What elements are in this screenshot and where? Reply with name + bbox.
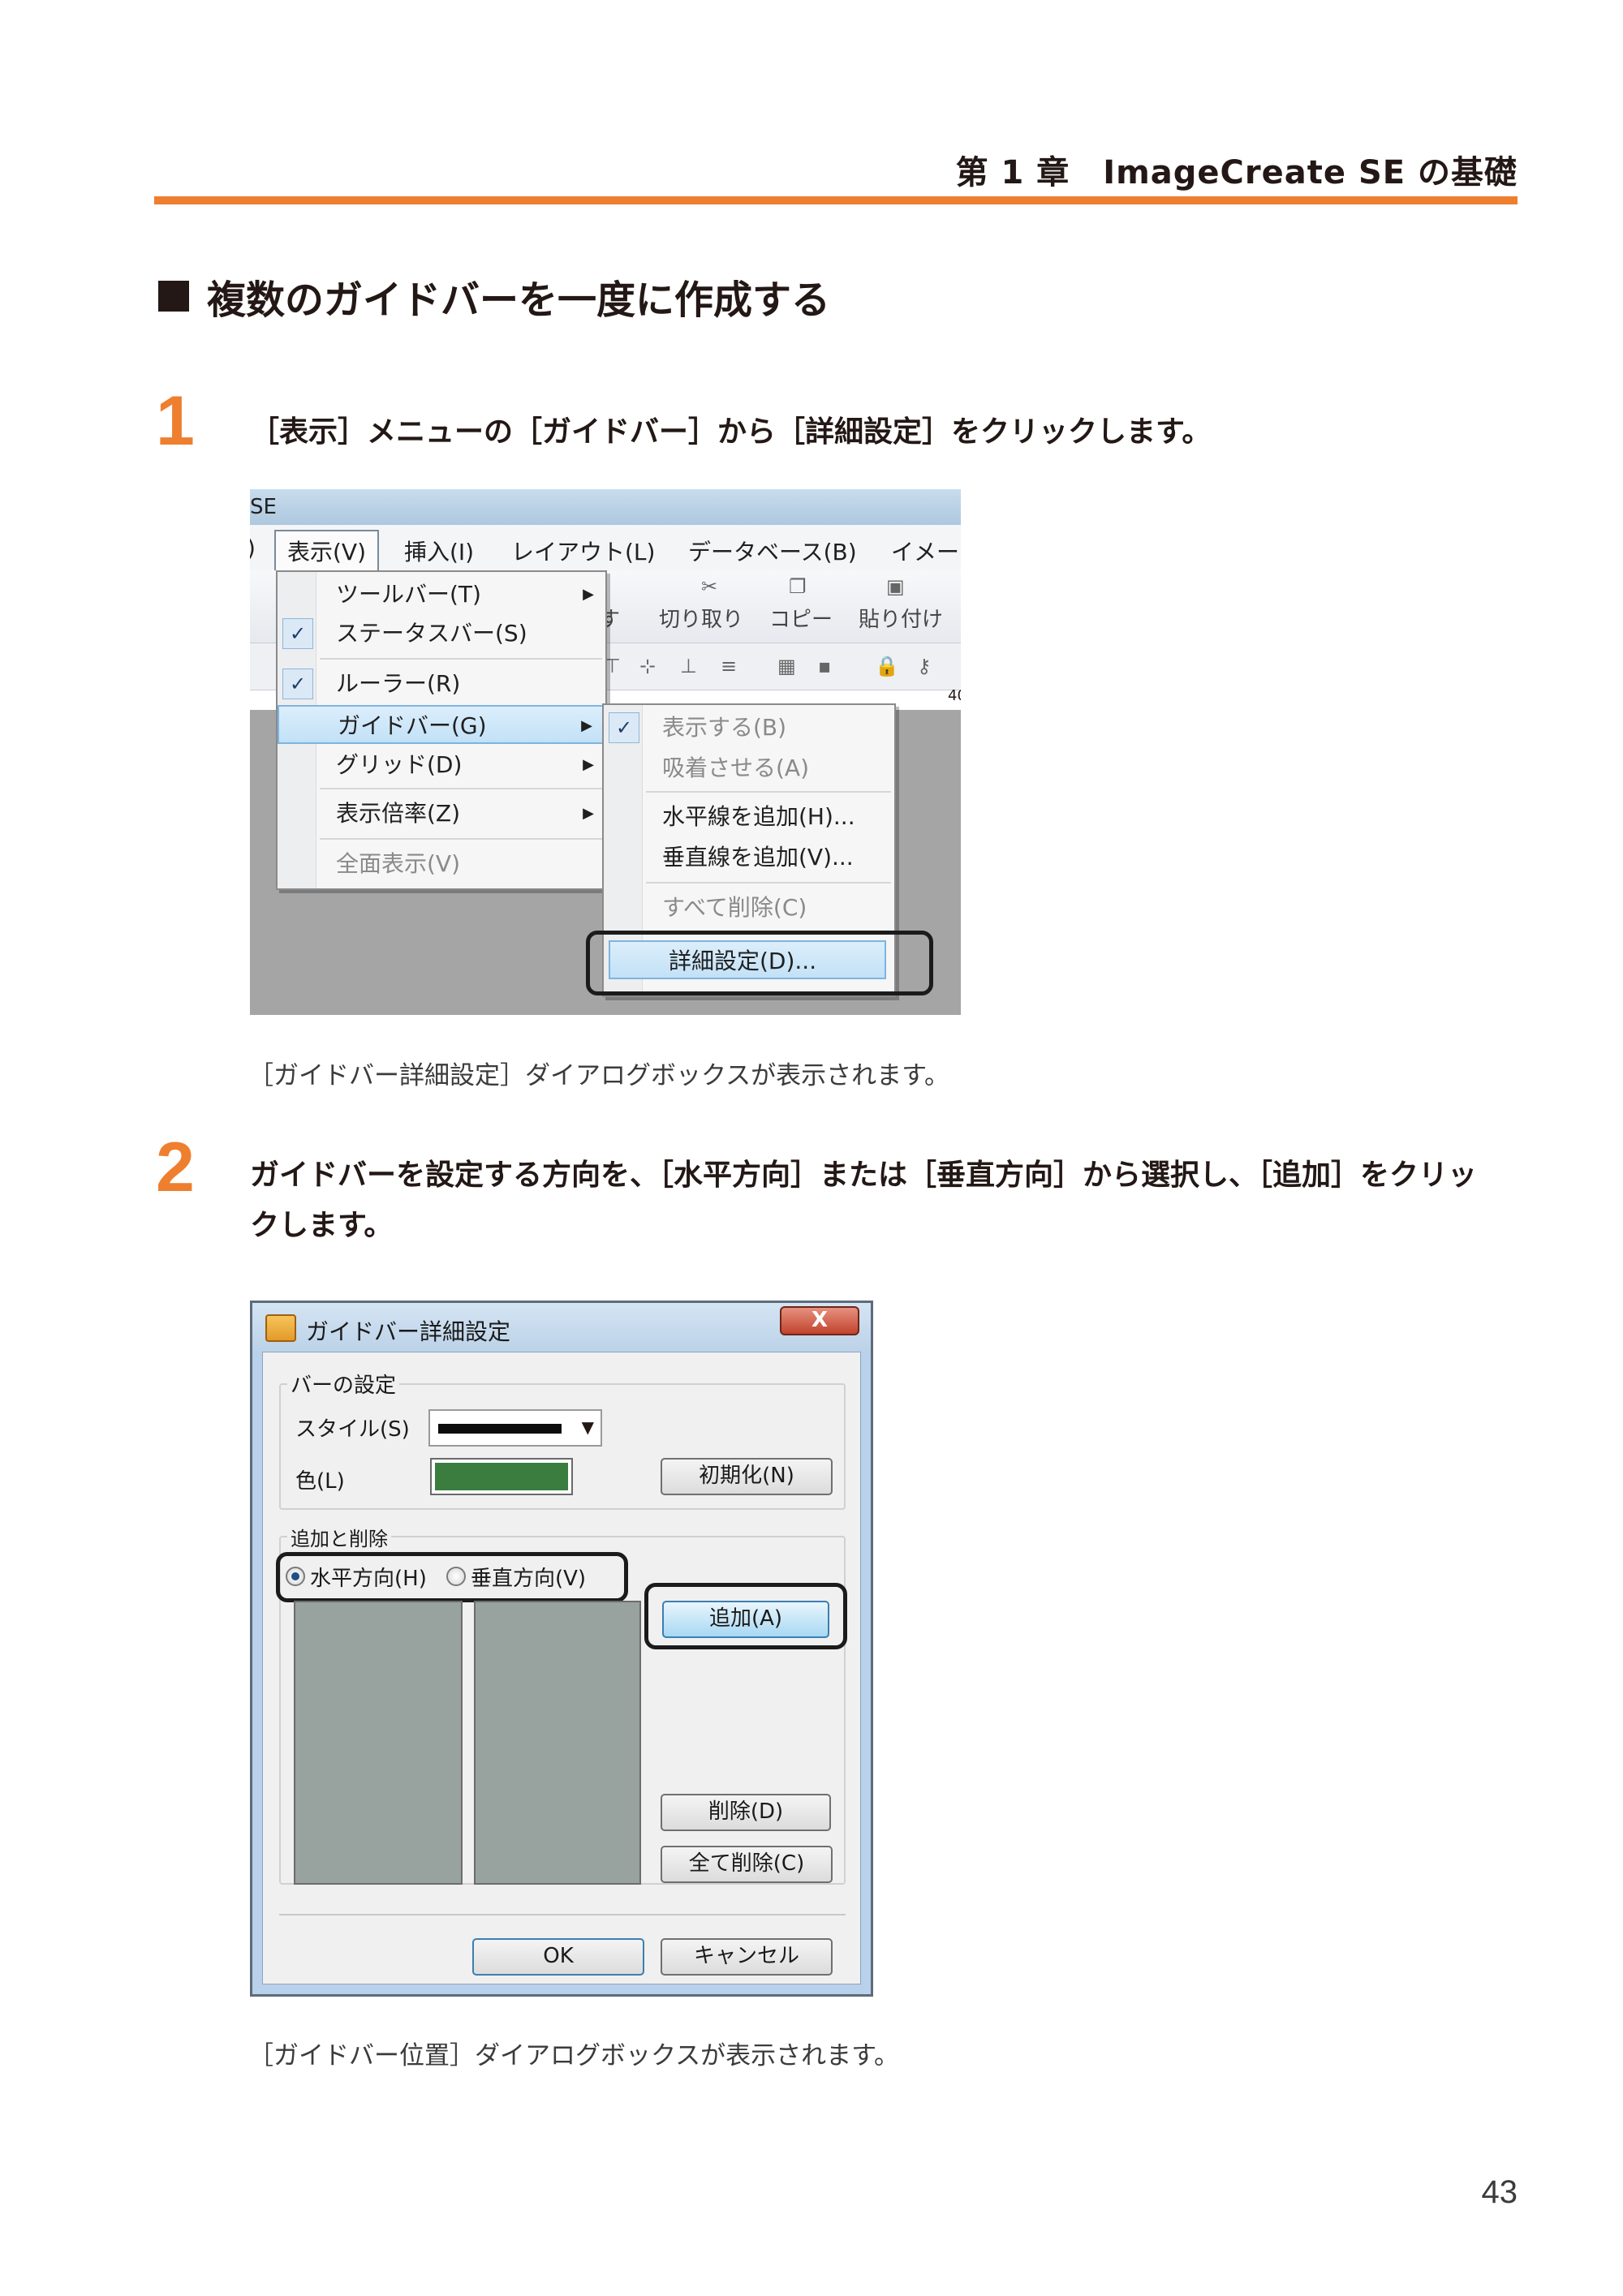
page-number: 43 [1481, 2174, 1518, 2210]
chevron-down-icon: ▼ [581, 1417, 594, 1437]
section-title: 複数のガイドバーを一度に作成する [207, 277, 831, 323]
ok-button[interactable]: OK [472, 1938, 644, 1976]
group-icon[interactable]: ▦ [777, 655, 796, 677]
align-bottom-icon[interactable]: ⊥ [680, 655, 697, 677]
menu-item-guidebar[interactable]: ガイドバー(G) ▶ [278, 705, 605, 744]
bar-settings-label: バーの設定 [287, 1369, 400, 1399]
align-center-icon[interactable]: ⊹ [639, 655, 656, 677]
section-square-icon [158, 281, 189, 312]
window-title: SE [250, 489, 961, 525]
menu-insert[interactable]: 挿入(I) [404, 535, 474, 567]
menu-item-fullscreen[interactable]: 全面表示(V) [278, 845, 605, 884]
menu-item-statusbar[interactable]: ✓ ステータスバー(S) [278, 614, 605, 653]
lock-icon[interactable]: 🔒 [875, 655, 899, 677]
check-icon: ✓ [282, 669, 313, 699]
submenu-item-add-horizontal[interactable]: 水平線を追加(H)... [604, 798, 894, 836]
add-callout [644, 1583, 847, 1649]
style-label: スタイル(S) [295, 1417, 410, 1442]
color-label: 色(L) [295, 1469, 345, 1494]
toolbar-cut[interactable]: 切り取り [659, 603, 743, 633]
step-2-text-line2: クします。 [250, 1209, 394, 1242]
submenu-item-delete-all[interactable]: すべて削除(C) [604, 888, 894, 927]
header-rule [154, 196, 1518, 204]
view-menu: ツールバー(T) ▶ ✓ ステータスバー(S) ✓ ルーラー(R) ガイドバー(G… [276, 570, 607, 890]
submenu-item-snap[interactable]: 吸着させる(A) [604, 749, 894, 788]
screenshot-view-menu: SE ) 表示(V) 挿入(I) レイアウト(L) データベース(B) イメー … [250, 489, 961, 1015]
ungroup-icon[interactable]: ▪ [818, 655, 831, 677]
distribute-icon[interactable]: ≡ [721, 655, 737, 677]
menu-view[interactable]: 表示(V) [274, 530, 380, 572]
menu-item-ruler[interactable]: ✓ ルーラー(R) [278, 664, 605, 703]
submenu-arrow-icon: ▶ [583, 586, 594, 603]
menubar-edge: ) [250, 535, 256, 561]
step-1-number: 1 [156, 382, 195, 460]
menu-database[interactable]: データベース(B) [688, 535, 857, 567]
chapter-header: 第 1 章 ImageCreate SE の基礎 [955, 154, 1518, 191]
menu-separator [646, 791, 891, 793]
scissors-icon: ✂ [701, 575, 718, 598]
key-icon[interactable]: ⚷ [917, 655, 932, 677]
step-1-caption: ［ガイドバー詳細設定］ダイアログボックスが表示されます。 [248, 1061, 949, 1090]
toolbar-paste[interactable]: 貼り付け [859, 603, 943, 633]
highlight-callout [586, 931, 933, 995]
color-swatch-fill [435, 1463, 568, 1490]
menu-separator [646, 882, 891, 884]
delete-button[interactable]: 削除(D) [661, 1794, 831, 1831]
menu-image[interactable]: イメー [891, 535, 959, 567]
dialog-body: バーの設定 スタイル(S) ▼ 色(L) 初期化(N) 追加と削除 水平方向(H… [262, 1352, 861, 1984]
submenu-arrow-icon: ▶ [583, 756, 594, 773]
step-2-caption: ［ガイドバー位置］ダイアログボックスが表示されます。 [248, 2041, 899, 2070]
direction-callout [276, 1552, 628, 1602]
dialog-title: ガイドバー詳細設定 [306, 1318, 511, 1345]
step-2-text-line1: ガイドバーを設定する方向を、［水平方向］または［垂直方向］から選択し、［追加］を… [250, 1159, 1478, 1192]
menu-separator [320, 788, 602, 789]
menu-item-zoom[interactable]: 表示倍率(Z) ▶ [278, 794, 605, 833]
menu-separator [320, 658, 602, 660]
add-delete-label: 追加と削除 [287, 1523, 391, 1551]
app-icon [265, 1314, 296, 1342]
menu-item-grid[interactable]: グリッド(D) ▶ [278, 746, 605, 785]
step-2-text: ガイドバーを設定する方向を、［水平方向］または［垂直方向］から選択し、［追加］を… [250, 1150, 1477, 1251]
menu-separator [320, 838, 602, 840]
dialog-titlebar: ガイドバー詳細設定 X [252, 1303, 871, 1352]
check-icon: ✓ [282, 618, 313, 649]
line-style-preview [438, 1424, 562, 1434]
menu-layout[interactable]: レイアウト(L) [511, 535, 655, 567]
submenu-item-show[interactable]: ✓ 表示する(B) [604, 708, 894, 747]
menubar: ) 表示(V) 挿入(I) レイアウト(L) データベース(B) イメー [250, 525, 961, 572]
check-icon: ✓ [609, 712, 639, 743]
menu-item-toolbar[interactable]: ツールバー(T) ▶ [278, 575, 605, 614]
step-1-text: ［表示］メニューの［ガイドバー］から［詳細設定］をクリックします。 [250, 415, 1212, 449]
horizontal-list[interactable] [294, 1601, 463, 1885]
color-picker[interactable] [430, 1458, 573, 1495]
style-dropdown[interactable]: ▼ [428, 1409, 602, 1447]
step-2-number: 2 [156, 1129, 195, 1206]
submenu-arrow-icon: ▶ [581, 717, 592, 734]
toolbar-copy[interactable]: コピー [769, 603, 833, 633]
submenu-item-add-vertical[interactable]: 垂直線を追加(V)... [604, 838, 894, 877]
close-button[interactable]: X [780, 1306, 859, 1335]
delete-all-button[interactable]: 全て削除(C) [661, 1846, 833, 1883]
ruler-number: 40 [948, 687, 961, 704]
reset-button[interactable]: 初期化(N) [661, 1458, 833, 1495]
submenu-arrow-icon: ▶ [583, 805, 594, 822]
guidebar-settings-dialog: ガイドバー詳細設定 X バーの設定 スタイル(S) ▼ 色(L) 初期化(N) … [250, 1301, 873, 1997]
vertical-list[interactable] [474, 1601, 641, 1885]
paste-icon: ▣ [886, 575, 905, 598]
dialog-divider [279, 1914, 846, 1915]
section-heading: 複数のガイドバーを一度に作成する [158, 268, 830, 325]
cancel-button[interactable]: キャンセル [661, 1938, 833, 1976]
copy-icon: ❐ [789, 575, 807, 598]
